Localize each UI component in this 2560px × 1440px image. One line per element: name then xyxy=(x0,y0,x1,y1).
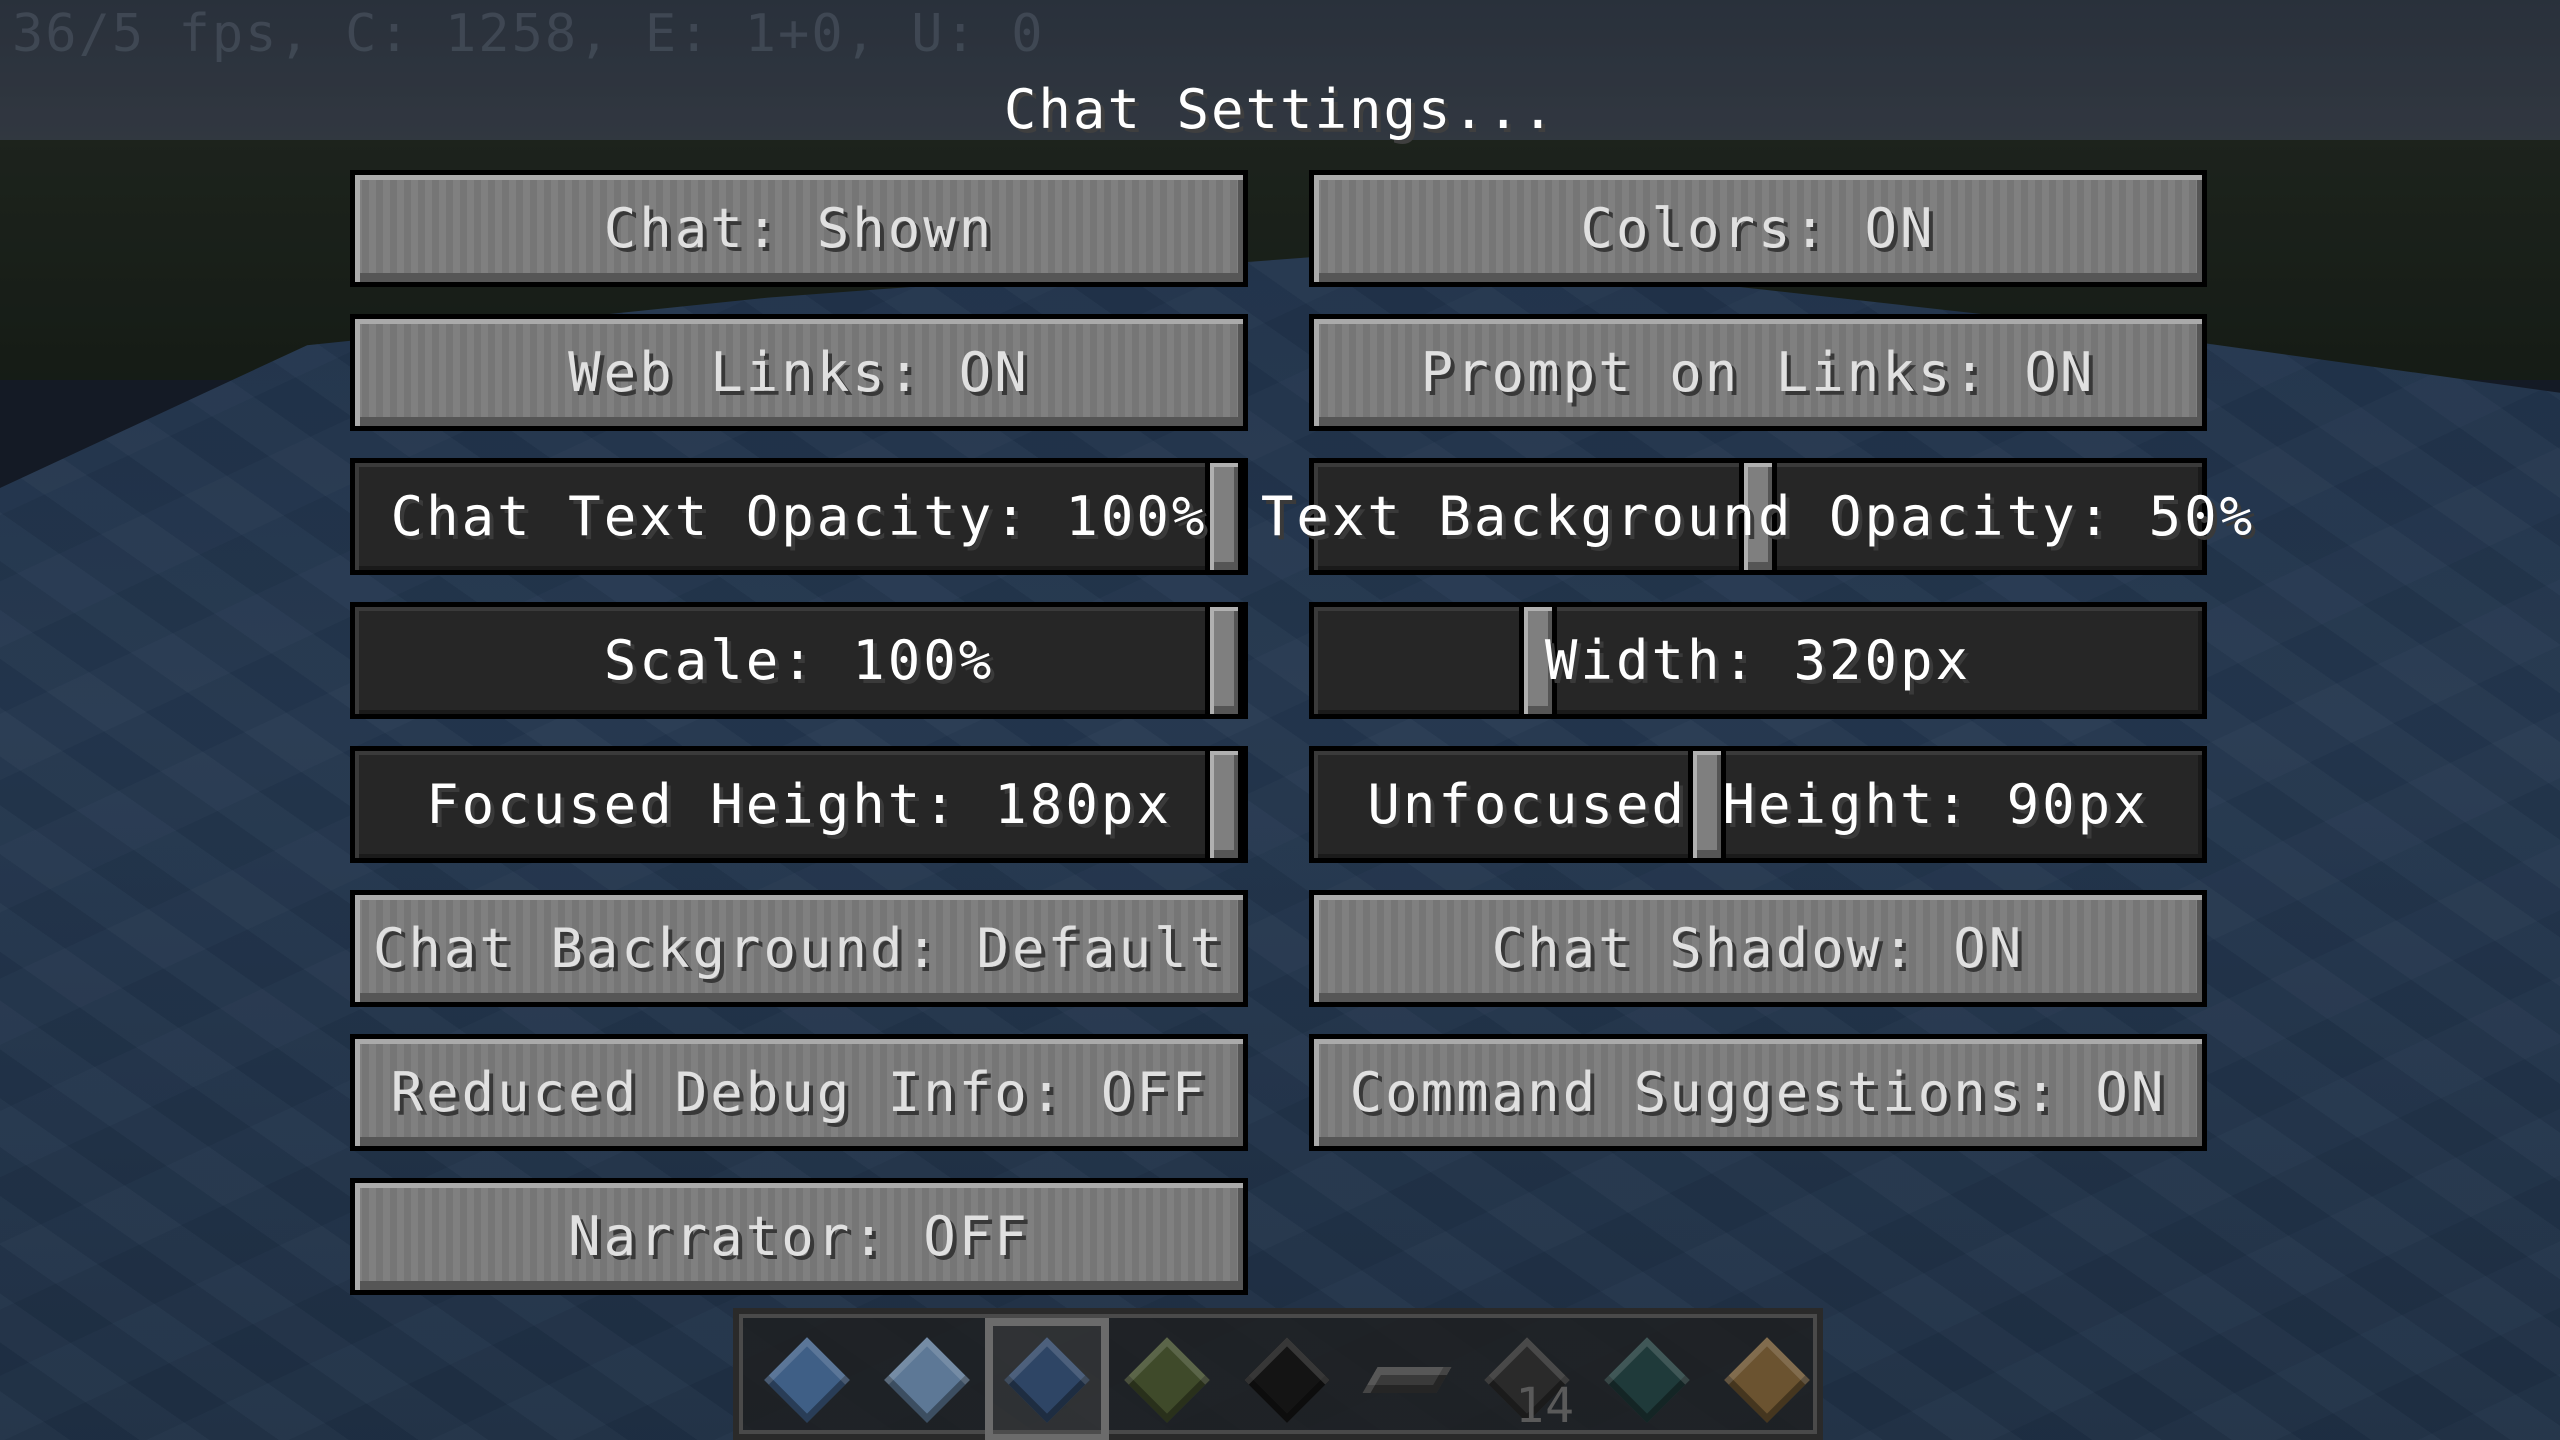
hotbar-slot[interactable] xyxy=(753,1326,861,1434)
hotbar-slot[interactable] xyxy=(873,1326,981,1434)
slab-icon xyxy=(1362,1367,1452,1393)
chat-visibility-button[interactable]: Chat: Shown xyxy=(350,170,1248,287)
cyan-block-icon xyxy=(1604,1337,1690,1423)
web-links-button[interactable]: Web Links: ON xyxy=(350,314,1248,431)
command-suggestions-label: Command Suggestions: ON xyxy=(1349,1061,2167,1124)
game-screen: 36/5 fps, C: 1258, E: 1+0, U: 0 Chat Set… xyxy=(0,0,2560,1440)
scale-slider[interactable]: Scale: 100% xyxy=(350,602,1248,719)
chat-shadow-button[interactable]: Chat Shadow: ON xyxy=(1309,890,2207,1007)
black-block-icon xyxy=(1244,1337,1330,1423)
focused-height-slider[interactable]: Focused Height: 180px xyxy=(350,746,1248,863)
prompt-on-links-button[interactable]: Prompt on Links: ON xyxy=(1309,314,2207,431)
wood-planks-icon xyxy=(1724,1337,1810,1423)
width-label: Width: 320px xyxy=(1544,629,1972,692)
narrator-label: Narrator: OFF xyxy=(568,1205,1030,1268)
page-title: Chat Settings... xyxy=(1003,78,1557,141)
text-background-opacity-label: Text Background Opacity: 50% xyxy=(1260,485,2256,548)
hotbar-slot[interactable] xyxy=(1593,1326,1701,1434)
dark-blue-block-icon xyxy=(1004,1337,1090,1423)
chat-text-opacity-label: Chat Text Opacity: 100% xyxy=(390,485,1208,548)
web-links-label: Web Links: ON xyxy=(568,341,1030,404)
text-background-opacity-slider[interactable]: Text Background Opacity: 50% xyxy=(1260,458,2256,575)
chat-visibility-label: Chat: Shown xyxy=(603,197,995,260)
narrator-button[interactable]: Narrator: OFF xyxy=(350,1178,1248,1295)
chat-text-opacity-slider[interactable]: Chat Text Opacity: 100% xyxy=(350,458,1248,575)
hotbar-slot[interactable] xyxy=(1233,1326,1341,1434)
reduced-debug-info-button[interactable]: Reduced Debug Info: OFF xyxy=(350,1034,1248,1151)
colors-button[interactable]: Colors: ON xyxy=(1309,170,2207,287)
debug-overlay: 36/5 fps, C: 1258, E: 1+0, U: 0 xyxy=(12,4,1045,64)
focused-height-label: Focused Height: 180px xyxy=(426,773,1172,836)
hotbar-slot[interactable] xyxy=(1113,1326,1221,1434)
width-slider[interactable]: Width: 320px xyxy=(1309,602,2207,719)
blue-block-icon xyxy=(764,1337,850,1423)
chat-shadow-label: Chat Shadow: ON xyxy=(1491,917,2025,980)
hotbar-slot[interactable] xyxy=(1353,1326,1461,1434)
command-suggestions-button[interactable]: Command Suggestions: ON xyxy=(1309,1034,2207,1151)
item-count: 14 xyxy=(1515,1378,1575,1434)
hotbar: 14 xyxy=(733,1308,1823,1440)
unfocused-height-slider[interactable]: Unfocused Height: 90px xyxy=(1309,746,2207,863)
grass-block-icon xyxy=(1124,1337,1210,1423)
reduced-debug-info-label: Reduced Debug Info: OFF xyxy=(390,1061,1208,1124)
scale-label: Scale: 100% xyxy=(603,629,995,692)
colors-label: Colors: ON xyxy=(1580,197,1936,260)
chat-background-button[interactable]: Chat Background: Default xyxy=(350,890,1248,1007)
hotbar-slot[interactable] xyxy=(1713,1326,1821,1434)
hotbar-slot-selected[interactable] xyxy=(985,1318,1109,1440)
light-blue-block-icon xyxy=(884,1337,970,1423)
chat-background-label: Chat Background: Default xyxy=(372,917,1226,980)
hotbar-slot[interactable]: 14 xyxy=(1473,1326,1581,1434)
unfocused-height-label: Unfocused Height: 90px xyxy=(1367,773,2149,836)
prompt-on-links-label: Prompt on Links: ON xyxy=(1420,341,2096,404)
